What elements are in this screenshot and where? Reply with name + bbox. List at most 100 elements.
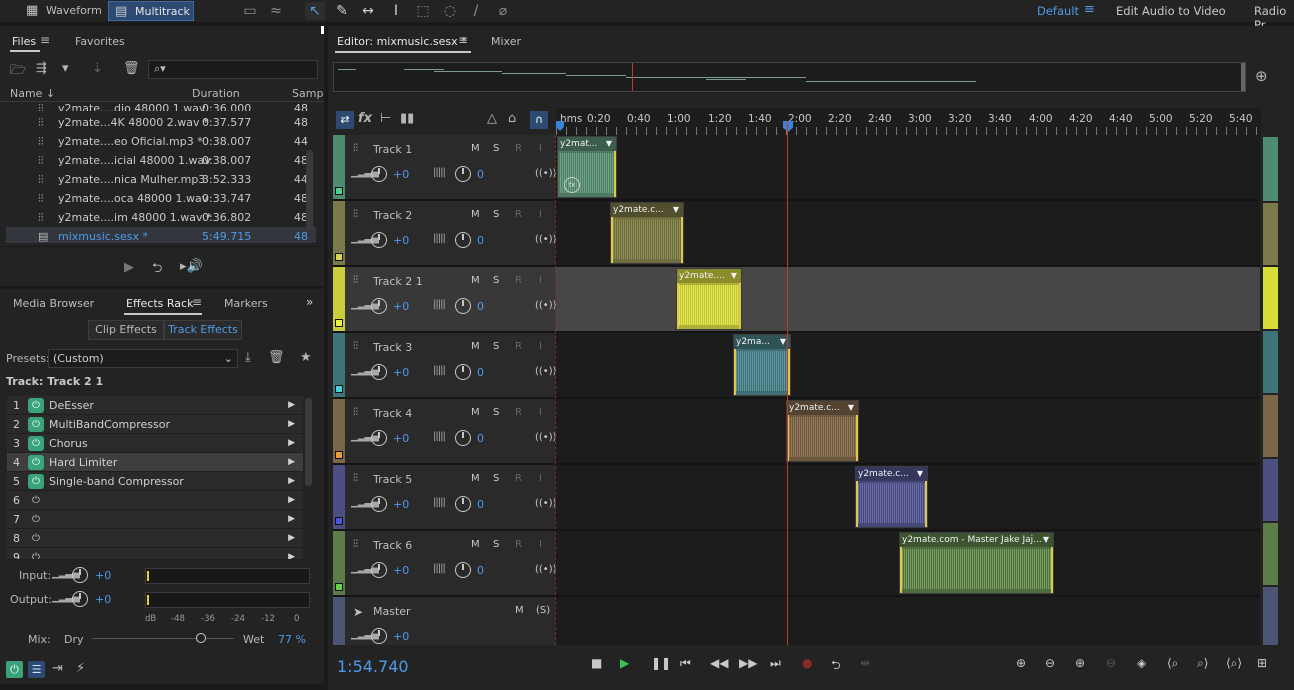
mute-button[interactable]: M (471, 209, 480, 220)
delete-preset-icon[interactable]: 🗑 (268, 350, 285, 365)
input-monitor-button[interactable]: I (539, 341, 542, 352)
output-routing-icon[interactable]: ((•)) (535, 564, 557, 575)
expand-arrow-icon[interactable]: ▶ (288, 434, 295, 453)
time-ruler[interactable]: hms 0:20 0:40 1:00 1:20 1:40 2:00 2:20 2… (556, 108, 1261, 135)
volume-knob[interactable] (371, 562, 387, 578)
master-name[interactable]: Master (373, 605, 411, 618)
spot-healing-tool-icon[interactable]: ⌀ (493, 2, 513, 20)
solo-button[interactable]: S (493, 209, 499, 220)
time-display[interactable]: 1:54.740 (337, 657, 409, 676)
clip-menu-arrow-icon[interactable]: ▼ (606, 137, 612, 151)
file-row[interactable]: ⫶⫶ y2mate....nica Mulher.mp3 3:52.333 44 (6, 170, 316, 189)
zoom-reset-icon[interactable]: ⊞ (1257, 656, 1267, 670)
track-name[interactable]: Track 3 (373, 341, 412, 354)
snap-icon[interactable]: ⌂ (508, 111, 516, 126)
output-routing-icon[interactable]: ((•)) (535, 498, 557, 509)
expand-arrow-icon[interactable]: ▶ (288, 510, 295, 529)
volume-knob[interactable] (371, 298, 387, 314)
tab-files[interactable]: Files (12, 35, 36, 48)
zoom-out-time-icon[interactable]: ⊖ (1106, 656, 1116, 670)
solo-button[interactable]: S (493, 539, 499, 550)
effect-slot[interactable]: 1 ⏻ DeEsser ▶ (7, 396, 303, 415)
zoom-in-right-icon[interactable]: ⌕⟩ (1197, 656, 1208, 671)
volume-knob[interactable] (371, 166, 387, 182)
file-row[interactable]: ⫶⫶ y2mate....im 48000 1.wav * 0:36.802 48 (6, 208, 316, 227)
clip-menu-arrow-icon[interactable]: ▼ (731, 269, 737, 283)
mix-slider[interactable] (92, 638, 234, 639)
waveform-mode-button[interactable]: ▦ Waveform (20, 1, 106, 21)
files-scrollbar[interactable] (306, 150, 313, 230)
expand-arrow-icon[interactable]: ▶ (288, 529, 295, 548)
input-gain-knob[interactable] (72, 567, 88, 583)
tab-effects-rack[interactable]: Effects Rack (126, 297, 193, 310)
record-icon[interactable]: ● (802, 656, 812, 670)
output-routing-icon[interactable]: ((•)) (535, 168, 557, 179)
pan-knob[interactable] (455, 364, 471, 380)
autoplay-icon[interactable]: ▸🔊 (180, 259, 203, 274)
skip-to-start-icon[interactable]: ⏮ (680, 656, 691, 671)
audio-clip[interactable]: y2mate.c... ▼ (786, 400, 859, 462)
zoom-in-time-icon[interactable]: ⊕ (1075, 656, 1085, 670)
audio-clip[interactable]: y2mate.c... ▼ (855, 466, 928, 528)
mute-button[interactable]: M (471, 473, 480, 484)
effect-slot[interactable]: 9 ⏻ ▶ (7, 548, 303, 560)
pan-knob[interactable] (455, 562, 471, 578)
effect-slot-selected[interactable]: 4 ⏻ Hard Limiter ▶ (7, 453, 303, 472)
effect-slot[interactable]: 3 ⏻ Chorus ▶ (7, 434, 303, 453)
track-name[interactable]: Track 6 (373, 539, 412, 552)
power-icon[interactable]: ⏻ (28, 398, 44, 413)
fx-icon[interactable]: fx (358, 111, 372, 126)
play-preview-icon[interactable]: ▶ (124, 260, 134, 275)
tab-editor[interactable]: Editor: mixmusic.sesx * (337, 35, 467, 48)
pan-knob[interactable] (455, 232, 471, 248)
track-header[interactable]: ⫶⫶ Track 2 M S R I ▁▂▃▄ +0 ||||| 0 ((•)) (333, 201, 557, 265)
favorite-star-icon[interactable]: ★ (300, 350, 312, 365)
tab-favorites[interactable]: Favorites (75, 35, 125, 48)
volume-knob[interactable] (371, 430, 387, 446)
tab-mixer[interactable]: Mixer (491, 35, 521, 48)
file-row-selected[interactable]: ▤ mixmusic.sesx * 5:49.715 48 (6, 227, 316, 243)
output-routing-icon[interactable]: ((•)) (535, 432, 557, 443)
mute-button[interactable]: M (471, 275, 480, 286)
stop-icon[interactable]: ■ (591, 656, 602, 670)
playhead-line[interactable] (787, 122, 788, 645)
input-monitor-button[interactable]: I (539, 275, 542, 286)
track-effects-tab[interactable]: Track Effects (164, 320, 242, 340)
input-monitor-button[interactable]: I (539, 473, 542, 484)
track-header[interactable]: ⫶⫶ Track 4 M S R I ▁▂▃▄ +0 ||||| 0 ((•)) (333, 399, 557, 463)
workspace-default[interactable]: Default (1037, 4, 1079, 18)
session-overview[interactable] (333, 62, 1246, 92)
effect-slot[interactable]: 6 ⏻ ▶ (7, 491, 303, 510)
multitrack-mode-button[interactable]: ▤ Multitrack (108, 1, 194, 21)
pan-knob[interactable] (455, 496, 471, 512)
pan-knob[interactable] (455, 298, 471, 314)
expand-arrow-icon[interactable]: ▶ (288, 548, 295, 559)
power-icon[interactable]: ⏻ (28, 436, 44, 451)
zoom-out-full-icon[interactable]: ◈ (1137, 656, 1146, 670)
skip-selection-icon[interactable]: ⇹ (860, 656, 870, 670)
pan-knob[interactable] (455, 430, 471, 446)
mute-button[interactable]: M (471, 143, 480, 154)
input-monitor-button[interactable]: I (539, 143, 542, 154)
presets-dropdown[interactable]: (Custom) ⌄ (48, 349, 238, 368)
pitch-view-icon[interactable]: ≈ (266, 2, 286, 20)
power-icon[interactable]: ⏻ (28, 493, 44, 508)
effect-slot[interactable]: 2 ⏻ MultiBandCompressor ▶ (7, 415, 303, 434)
record-arm-button[interactable]: R (515, 275, 522, 286)
file-row[interactable]: ⫶⫶ y2mate....dio 48000 1.wav 0:36.000 48 (6, 99, 316, 111)
effects-scrollbar[interactable] (305, 398, 312, 486)
solo-button[interactable]: S (493, 143, 499, 154)
mute-button[interactable]: M (471, 407, 480, 418)
track-header[interactable]: ⫶⫶ Track 1 M S R I ▁▂▃▄ +0 ||||| 0 ((•)) (333, 135, 557, 199)
effect-slot[interactable]: 8 ⏻ ▶ (7, 529, 303, 548)
zoom-out-amplitude-icon[interactable]: ⊖ (1045, 656, 1055, 670)
expand-arrow-icon[interactable]: ▶ (288, 491, 295, 510)
fast-forward-icon[interactable]: ▶▶ (739, 656, 757, 670)
output-routing-icon[interactable]: ((•)) (535, 234, 557, 245)
track-header[interactable]: ⫶⫶ Track 6 M S R I ▁▂▃▄ +0 ||||| 0 ((•)) (333, 531, 557, 595)
files-search-input[interactable]: ⌕▾ (148, 60, 318, 79)
open-file-icon[interactable]: 🗁 (10, 61, 26, 83)
record-arm-button[interactable]: R (515, 473, 522, 484)
editor-menu-icon[interactable]: ≡ (458, 33, 468, 47)
workspace-menu-icon[interactable]: ≡ (1084, 2, 1095, 17)
